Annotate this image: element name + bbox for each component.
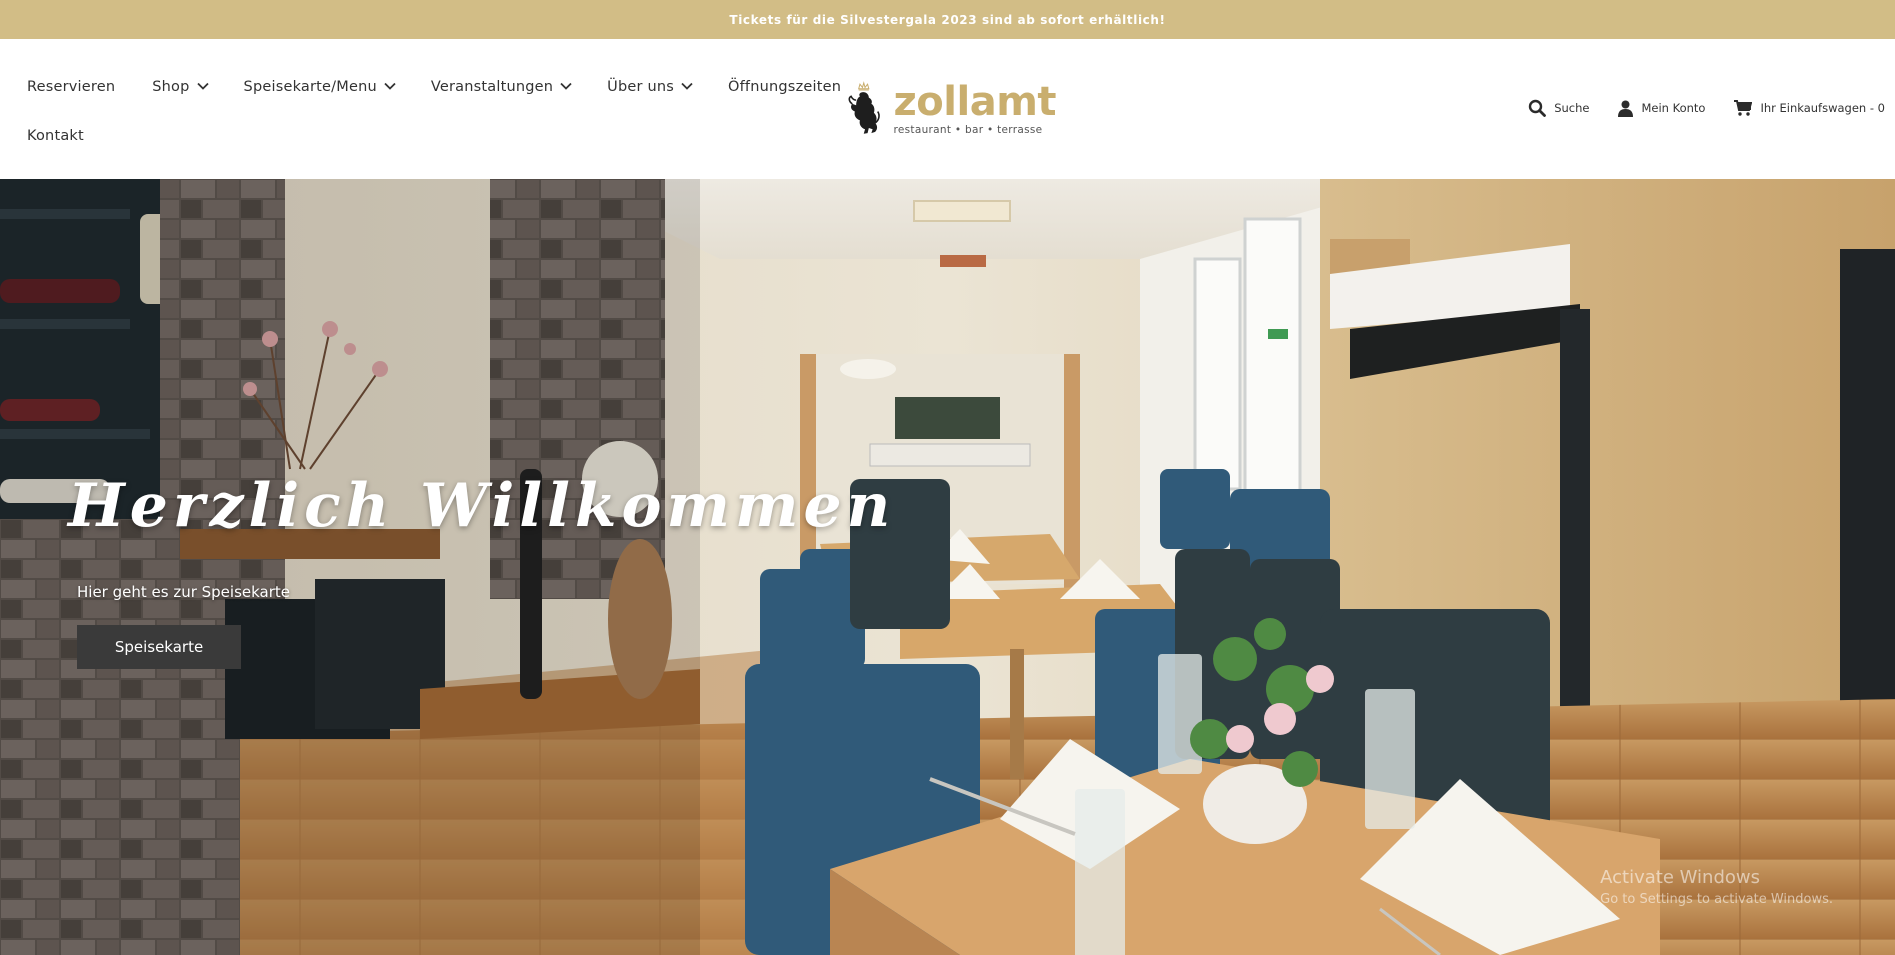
restaurant-interior-photo: [0, 179, 1895, 955]
lion-crest-icon: [848, 81, 880, 134]
chevron-down-icon: [384, 82, 396, 92]
nav-row-2: Kontakt: [27, 125, 817, 147]
nav-item-reservieren[interactable]: Reservieren: [27, 79, 115, 95]
search-icon: [1528, 99, 1547, 117]
user-icon: [1618, 100, 1634, 117]
nav-row-1: Reservieren Shop Speisekarte/Menu Verans…: [27, 76, 841, 98]
cart-label: Ihr Einkaufswagen - 0: [1760, 101, 1885, 115]
hero-title: Herzlich Willkommen: [68, 471, 896, 541]
chevron-down-icon: [681, 82, 693, 92]
header-utilities: Suche Mein Konto Ihr Einkaufswagen - 0: [1499, 99, 1885, 117]
hero-section: Herzlich Willkommen Hier geht es zur Spe…: [0, 179, 1895, 955]
nav-item-label: Veranstaltungen: [430, 79, 554, 95]
site-logo[interactable]: zollamt restaurant • bar • terrasse: [846, 67, 1057, 151]
search-link[interactable]: Suche: [1528, 99, 1589, 117]
nav-item-label: Kontakt: [27, 128, 84, 144]
logo-wordmark: zollamt: [893, 79, 1057, 125]
nav-item-veranstaltungen[interactable]: Veranstaltungen: [430, 79, 572, 95]
speisekarte-button[interactable]: Speisekarte: [77, 625, 241, 669]
nav-item-speisekarte[interactable]: Speisekarte/Menu: [243, 79, 396, 95]
nav-item-label: Reservieren: [27, 79, 116, 95]
nav-item-oeffnungszeiten[interactable]: Öffnungszeiten: [728, 79, 841, 95]
account-link[interactable]: Mein Konto: [1618, 100, 1705, 117]
announcement-bar[interactable]: Tickets für die Silvestergala 2023 sind …: [0, 0, 1895, 39]
search-label: Suche: [1554, 101, 1590, 115]
announcement-text[interactable]: Tickets für die Silvestergala 2023 sind …: [729, 13, 1165, 27]
cart-link[interactable]: Ihr Einkaufswagen - 0: [1734, 100, 1885, 116]
logo-text: zollamt restaurant • bar • terrasse: [893, 79, 1057, 136]
hero-subtitle: Hier geht es zur Speisekarte: [77, 583, 291, 601]
logo-tagline: restaurant • bar • terrasse: [893, 124, 1043, 136]
account-label: Mein Konto: [1641, 101, 1706, 115]
watermark-line-1: Activate Windows: [1600, 867, 1760, 888]
site-header: Reservieren Shop Speisekarte/Menu Verans…: [0, 39, 1895, 179]
chevron-down-icon: [196, 82, 209, 92]
nav-item-label: Über uns: [607, 79, 675, 95]
shopping-cart-icon: [1734, 100, 1753, 116]
chevron-down-icon: [560, 82, 572, 92]
watermark-line-2: Go to Settings to activate Windows.: [1600, 892, 1833, 907]
windows-activation-watermark: Activate Windows Go to Settings to activ…: [1600, 867, 1833, 907]
nav-item-kontakt[interactable]: Kontakt: [27, 128, 84, 144]
nav-item-label: Shop: [152, 79, 190, 95]
nav-item-ueber-uns[interactable]: Über uns: [607, 79, 693, 95]
main-nav: Reservieren Shop Speisekarte/Menu Verans…: [27, 76, 841, 174]
nav-item-shop[interactable]: Shop: [152, 79, 209, 95]
nav-item-label: Speisekarte/Menu: [243, 79, 377, 95]
nav-item-label: Öffnungszeiten: [728, 79, 842, 95]
